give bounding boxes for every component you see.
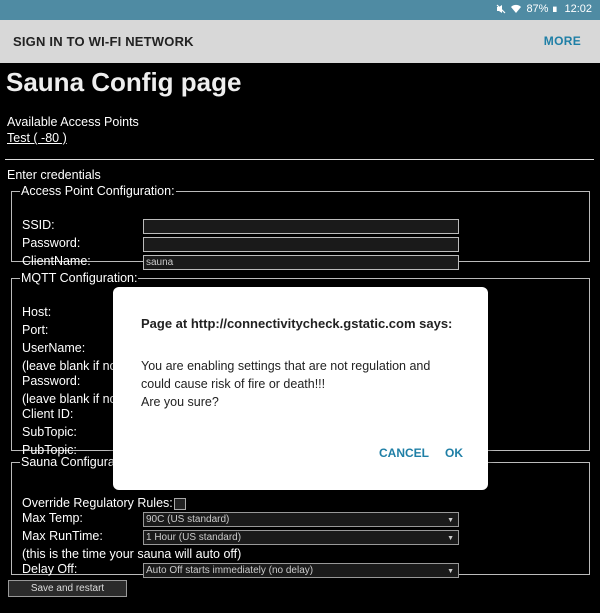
cancel-button[interactable]: CANCEL	[379, 446, 429, 460]
dialog-message-line: Are you sure?	[141, 395, 219, 409]
dialog-message-line: could cause risk of fire or death!!!	[141, 377, 326, 391]
dialog-message: You are enabling settings that are not r…	[141, 357, 461, 411]
ok-button[interactable]: OK	[445, 446, 463, 460]
dialog-overlay: Page at http://connectivitycheck.gstatic…	[0, 0, 600, 613]
dialog-title: Page at http://connectivitycheck.gstatic…	[141, 316, 453, 331]
alert-dialog: Page at http://connectivitycheck.gstatic…	[113, 287, 488, 490]
dialog-message-line: You are enabling settings that are not r…	[141, 359, 431, 373]
